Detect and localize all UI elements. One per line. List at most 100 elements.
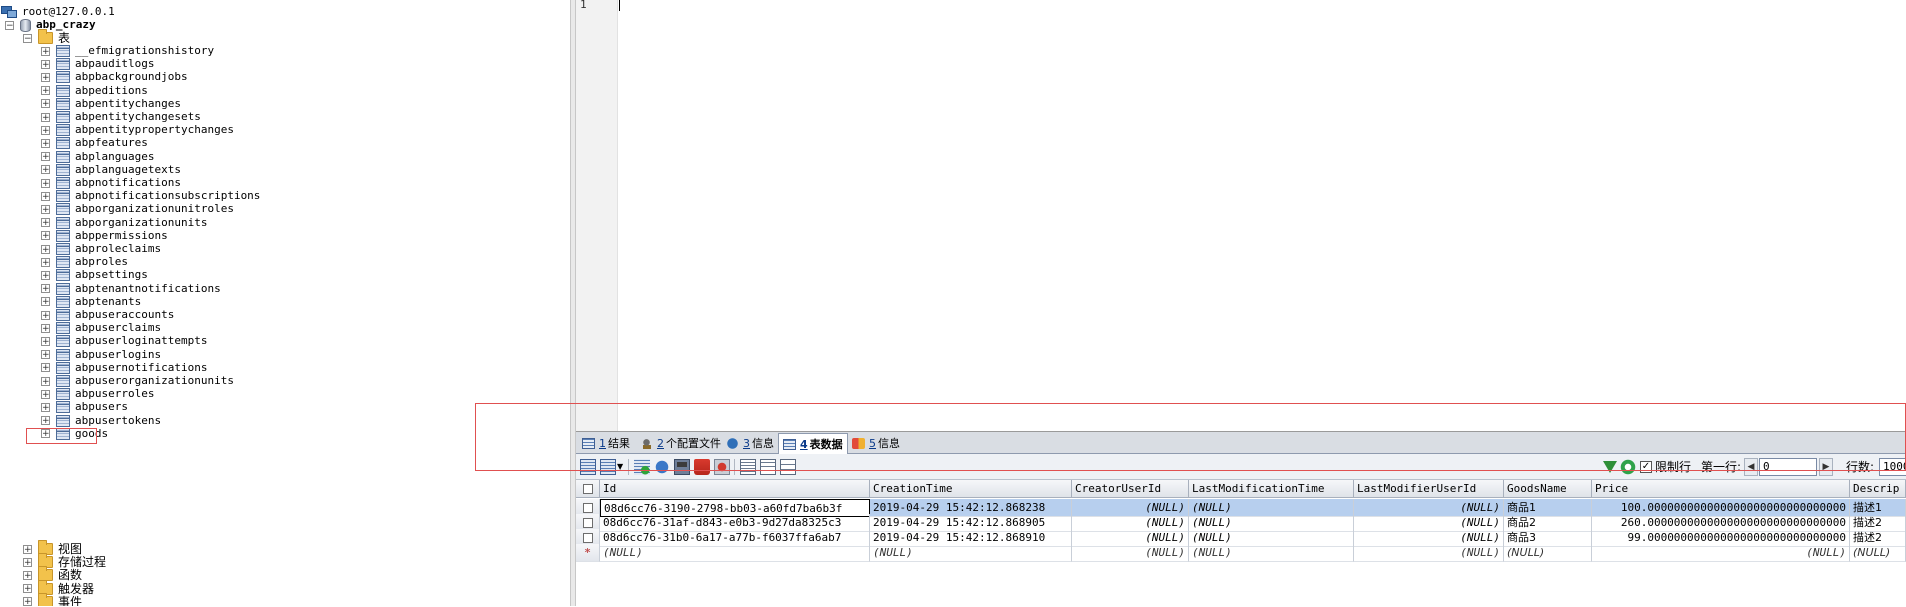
- grid-cell[interactable]: (NULL): [870, 544, 1072, 562]
- table-icon: [56, 269, 70, 282]
- expand-icon[interactable]: +: [41, 310, 50, 320]
- tab-profiles[interactable]: 2 个配置文件: [636, 434, 725, 453]
- delete-icon[interactable]: [694, 459, 710, 475]
- limit-rows-checkbox[interactable]: ✓: [1640, 461, 1652, 473]
- expand-icon[interactable]: +: [41, 72, 50, 82]
- expand-icon[interactable]: +: [41, 297, 50, 307]
- goods-highlight-box: [26, 428, 97, 444]
- tab-info-2[interactable]: 5 信息: [848, 434, 904, 453]
- table-icon: [56, 163, 70, 176]
- add-row-icon[interactable]: [634, 459, 650, 475]
- column-header[interactable]: Descrip: [1850, 480, 1906, 498]
- expand-icon[interactable]: +: [23, 584, 32, 594]
- cancel-changes-icon[interactable]: [714, 459, 730, 475]
- column-header[interactable]: LastModifierUserId: [1354, 480, 1504, 498]
- collapse-icon[interactable]: −: [5, 20, 14, 30]
- form-mode-icon[interactable]: [760, 459, 776, 475]
- expand-icon[interactable]: +: [41, 125, 50, 135]
- tab-results[interactable]: 1 结果: [578, 434, 634, 453]
- expand-icon[interactable]: +: [41, 284, 50, 294]
- expand-icon[interactable]: +: [41, 416, 50, 426]
- column-header[interactable]: CreationTime: [870, 480, 1072, 498]
- grid-cell[interactable]: (NULL): [600, 544, 870, 562]
- grid-mode-icon[interactable]: [740, 459, 756, 475]
- table-icon: [56, 124, 70, 137]
- collapse-icon[interactable]: −: [23, 33, 32, 43]
- expand-icon[interactable]: +: [41, 204, 50, 214]
- expand-icon[interactable]: +: [41, 218, 50, 228]
- row-count-input[interactable]: 1000: [1879, 458, 1906, 476]
- expand-icon[interactable]: +: [41, 178, 50, 188]
- duplicate-row-icon[interactable]: [654, 459, 670, 475]
- table-icon: [56, 309, 70, 321]
- expand-icon[interactable]: +: [41, 270, 50, 280]
- expand-icon[interactable]: +: [41, 376, 50, 386]
- grid-view-icon[interactable]: [580, 459, 596, 475]
- expand-icon[interactable]: +: [41, 138, 50, 148]
- expand-icon[interactable]: +: [41, 323, 50, 333]
- expand-icon[interactable]: +: [41, 191, 50, 201]
- column-header[interactable]: LastModificationTime: [1189, 480, 1354, 498]
- tab-label: 表数据: [809, 437, 843, 451]
- expand-icon[interactable]: +: [41, 389, 50, 399]
- row-checkbox[interactable]: [582, 517, 593, 528]
- expand-icon[interactable]: +: [41, 363, 50, 373]
- row-checkbox[interactable]: [582, 532, 593, 543]
- expand-icon[interactable]: +: [41, 350, 50, 360]
- tree-folder-node[interactable]: + 事件: [23, 592, 82, 606]
- expand-icon[interactable]: +: [41, 231, 50, 241]
- expand-icon[interactable]: +: [41, 244, 50, 254]
- next-page-button[interactable]: ▶: [1819, 458, 1833, 476]
- tab-info[interactable]: 3 信息: [722, 434, 778, 453]
- column-header[interactable]: CreatorUserId: [1072, 480, 1189, 498]
- table-icon: [56, 190, 70, 203]
- dropdown-arrow-icon[interactable]: ▼: [617, 459, 623, 475]
- row-checkbox[interactable]: [582, 502, 593, 513]
- column-header[interactable]: GoodsName: [1504, 480, 1592, 498]
- row-selector[interactable]: *: [576, 544, 600, 562]
- save-icon[interactable]: [674, 459, 690, 475]
- grid-cell[interactable]: (NULL): [1850, 544, 1906, 562]
- filter-icon[interactable]: [1603, 461, 1617, 473]
- table-icon: [56, 388, 70, 401]
- expand-icon[interactable]: +: [41, 46, 50, 56]
- grid-cell[interactable]: (NULL): [1592, 544, 1850, 562]
- grid-cell[interactable]: (NULL): [1354, 544, 1504, 562]
- tab-label: 信息: [878, 437, 900, 450]
- expand-icon[interactable]: +: [41, 59, 50, 69]
- expand-icon[interactable]: +: [41, 99, 50, 109]
- table-icon: [56, 414, 70, 427]
- expand-icon[interactable]: +: [41, 86, 50, 96]
- text-mode-icon[interactable]: [780, 459, 796, 475]
- expand-icon[interactable]: +: [23, 544, 32, 554]
- tab-label: 信息: [752, 437, 774, 450]
- row-selector[interactable]: [576, 480, 600, 498]
- grid-cell[interactable]: (NULL): [1504, 544, 1592, 562]
- expand-icon[interactable]: +: [41, 165, 50, 175]
- expand-icon[interactable]: +: [23, 570, 32, 580]
- new-row[interactable]: * (NULL) (NULL) (NULL) (NULL) (NULL) (NULL) (NU…: [576, 544, 1906, 562]
- grid-cell[interactable]: (NULL): [1072, 544, 1189, 562]
- expand-icon[interactable]: +: [41, 402, 50, 412]
- grid-cell[interactable]: (NULL): [1189, 544, 1354, 562]
- expand-icon[interactable]: +: [41, 257, 50, 267]
- grid-header-row[interactable]: Id CreationTime CreatorUserId LastModificat…: [576, 480, 1906, 498]
- tab-table-data[interactable]: 4 表数据: [778, 433, 848, 454]
- prev-page-button[interactable]: ◀: [1744, 458, 1758, 476]
- column-header[interactable]: Id: [600, 480, 870, 498]
- first-row-input[interactable]: 0: [1759, 458, 1817, 476]
- results-panel: 1 结果 2 个配置文件 3 信息 4 表数据 5 信息 ▼ ✓ 限制行 第一行…: [576, 431, 1906, 607]
- refresh-icon[interactable]: [1620, 459, 1636, 475]
- column-header[interactable]: Price: [1592, 480, 1850, 498]
- table-icon: [56, 84, 70, 97]
- expand-icon[interactable]: +: [41, 152, 50, 162]
- limit-rows-label: 限制行: [1655, 460, 1692, 474]
- expand-icon[interactable]: +: [23, 597, 32, 606]
- query-editor[interactable]: 1: [576, 0, 1906, 431]
- row-checkbox[interactable]: [582, 483, 593, 494]
- table-icon: [56, 58, 70, 71]
- export-icon[interactable]: [600, 459, 616, 475]
- expand-icon[interactable]: +: [41, 336, 50, 346]
- expand-icon[interactable]: +: [41, 112, 50, 122]
- expand-icon[interactable]: +: [23, 557, 32, 567]
